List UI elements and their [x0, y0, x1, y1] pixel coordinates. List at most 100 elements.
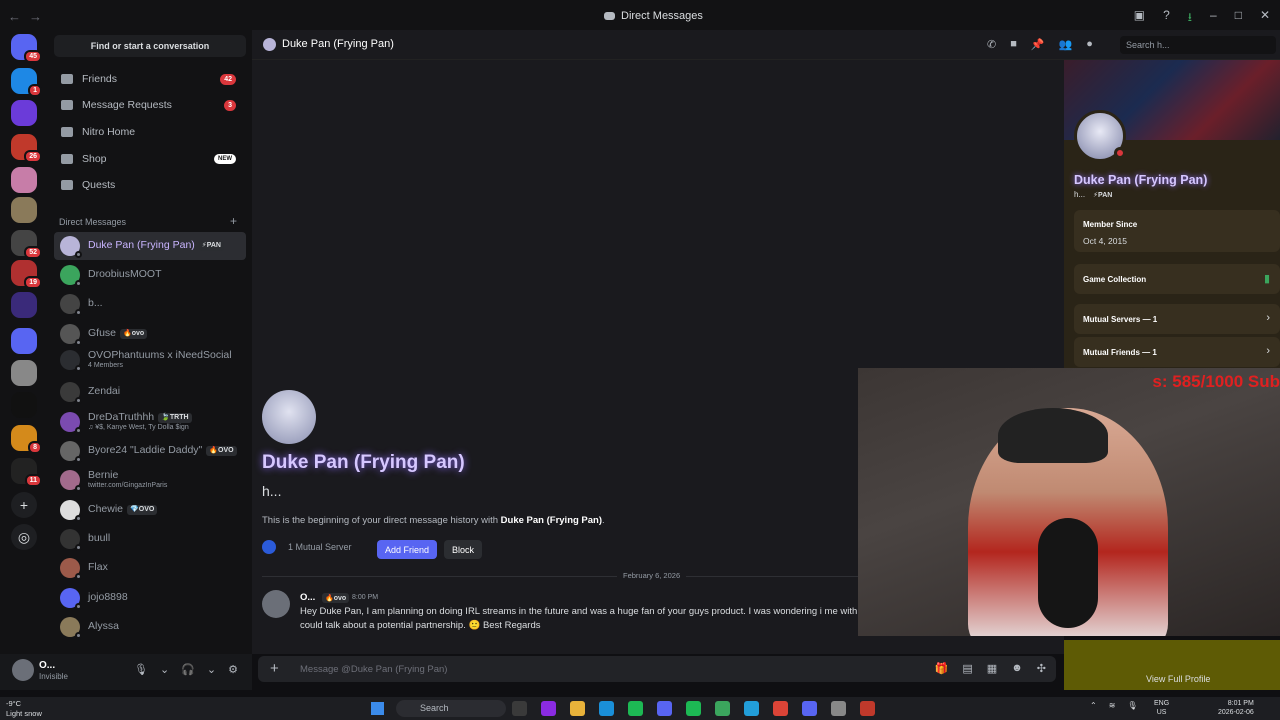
pin-icon[interactable]: 📌 — [1031, 38, 1045, 51]
settings-gear-icon[interactable]: ⚙ — [228, 663, 238, 676]
server-icon[interactable]: 45 — [11, 34, 42, 63]
add-friend-button[interactable]: Add Friend — [377, 540, 437, 559]
server-icon[interactable]: 1 — [11, 68, 42, 97]
app-icon[interactable] — [657, 701, 672, 716]
taskbar-search[interactable]: Search — [396, 700, 506, 717]
close-button[interactable]: ✕ — [1260, 8, 1270, 29]
mutual-server-link[interactable]: 1 Mutual Server — [262, 540, 352, 554]
microphone-icon[interactable]: 🎙 — [134, 663, 148, 676]
mic-icon[interactable]: 🎙 — [1127, 701, 1137, 710]
dm-item[interactable]: jojo8898 — [54, 584, 246, 612]
server-icon[interactable]: 8 — [11, 425, 42, 454]
create-dm-button[interactable]: + — [230, 214, 237, 228]
weather-widget[interactable]: -9°C Light snow — [6, 699, 42, 719]
file-explorer-icon[interactable] — [570, 701, 585, 716]
dm-item[interactable]: Duke Pan (Frying Pan) ⚡PAN — [54, 232, 246, 260]
avatar[interactable] — [263, 38, 276, 51]
server-icon[interactable] — [11, 167, 37, 193]
obs-icon[interactable] — [860, 701, 875, 716]
discover-icon[interactable]: ◎ — [11, 524, 37, 550]
chevron-up-icon[interactable]: ⌃ — [1090, 701, 1097, 710]
dm-item[interactable]: Byore24 "Laddie Daddy" 🔥OVO — [54, 437, 246, 465]
dm-item[interactable]: Alyssa — [54, 613, 246, 641]
dm-item[interactable]: OVOPhantuums x iNeedSocial 4 Members — [54, 346, 246, 374]
dm-item[interactable]: Bernie twitter.com/GingazInParis — [54, 466, 246, 494]
maximize-button[interactable]: □ — [1235, 8, 1242, 29]
avatar — [60, 500, 82, 522]
server-icon[interactable] — [11, 292, 37, 318]
sticker-icon[interactable]: ▦ — [987, 662, 997, 675]
block-button[interactable]: Block — [444, 540, 482, 559]
chrome-icon[interactable] — [773, 701, 788, 716]
dm-item[interactable]: Chewie 💎OVO — [54, 496, 246, 524]
search-input[interactable]: Search h... — [1120, 36, 1276, 54]
chevron-down-icon[interactable]: ⌄ — [160, 663, 169, 676]
server-icon[interactable]: 11 — [11, 458, 42, 487]
chat-header-name[interactable]: Duke Pan (Frying Pan) — [282, 38, 394, 50]
telegram-icon[interactable] — [744, 701, 759, 716]
discord-icon[interactable] — [802, 701, 817, 716]
server-icon[interactable]: 52 — [11, 230, 42, 259]
mutual-servers-row[interactable]: Mutual Servers — 1 › — [1074, 304, 1280, 334]
copilot-icon[interactable] — [541, 701, 556, 716]
minimize-button[interactable]: – — [1210, 8, 1217, 29]
app-icon[interactable] — [628, 701, 643, 716]
add-server-button[interactable]: + — [11, 492, 37, 518]
history-nav[interactable]: ←→ — [8, 9, 50, 24]
server-icon[interactable] — [11, 360, 37, 386]
game-collection-card[interactable]: Game Collection ▮ — [1074, 264, 1280, 294]
server-icon[interactable] — [11, 328, 37, 354]
server-icon[interactable]: 26 — [11, 134, 42, 163]
server-icon[interactable] — [11, 392, 37, 418]
gift-icon[interactable]: 🎁 — [935, 662, 949, 675]
app-icon[interactable] — [715, 701, 730, 716]
language-indicator[interactable]: ENG US — [1154, 699, 1169, 717]
attach-plus-icon[interactable]: + — [270, 660, 279, 677]
edge-icon[interactable] — [599, 701, 614, 716]
dm-item[interactable]: Flax — [54, 554, 246, 582]
chevron-down-icon[interactable]: ⌄ — [207, 663, 216, 676]
video-call-icon[interactable]: ■ — [1010, 38, 1017, 51]
phone-call-icon[interactable]: ✆ — [987, 38, 996, 51]
gif-icon[interactable]: ▤ — [962, 662, 972, 675]
dm-item[interactable]: DreDaTruthhh 🍃TRTH ♫ ¥$, Kanye West, Ty Do… — [54, 408, 246, 436]
wifi-icon[interactable]: ≋ — [1109, 701, 1116, 710]
headphones-icon[interactable]: 🎧 — [181, 663, 195, 676]
add-friends-to-dm-icon[interactable]: 👥 — [1059, 38, 1073, 51]
avatar[interactable] — [1074, 110, 1126, 162]
dm-name-row: Zendai — [88, 386, 120, 398]
user-profile-icon[interactable]: ● — [1086, 38, 1093, 51]
spotify-icon[interactable] — [686, 701, 701, 716]
help-icon[interactable]: ? — [1163, 8, 1170, 29]
avatar[interactable] — [12, 659, 34, 681]
message-author[interactable]: O... — [300, 592, 315, 603]
taskbar-clock[interactable]: 8:01 PM 2026-02-06 — [1218, 699, 1254, 717]
server-icon[interactable]: 19 — [11, 260, 42, 289]
view-full-profile-link[interactable]: View Full Profile — [1146, 674, 1210, 684]
server-icon[interactable] — [11, 100, 37, 126]
sidebar-item-message-requests[interactable]: Message Requests 3 — [54, 92, 246, 118]
message-input[interactable]: Message @Duke Pan (Frying Pan) — [300, 664, 447, 675]
avatar[interactable] — [262, 390, 316, 444]
dm-item[interactable]: b... — [54, 290, 246, 318]
find-conversation-button[interactable]: Find or start a conversation — [54, 35, 246, 57]
start-button[interactable] — [371, 702, 384, 715]
sidebar-item-quests[interactable]: Quests — [54, 172, 246, 198]
sidebar-item-friends[interactable]: Friends 42 — [54, 66, 246, 92]
dm-item[interactable]: Zendai — [54, 378, 246, 406]
dm-item[interactable]: buull — [54, 525, 246, 553]
dm-item[interactable]: DroobiusMOOT — [54, 261, 246, 289]
server-icon[interactable] — [11, 197, 37, 223]
discord-icon — [604, 12, 615, 20]
mutual-friends-row[interactable]: Mutual Friends — 1 › — [1074, 337, 1280, 367]
apps-icon[interactable]: ✣ — [1037, 662, 1046, 675]
task-view-icon[interactable] — [512, 701, 527, 716]
emoji-icon[interactable]: ☻ — [1011, 662, 1023, 675]
app-icon[interactable] — [831, 701, 846, 716]
dm-item[interactable]: Gfuse 🔥ovo — [54, 320, 246, 348]
sidebar-item-shop[interactable]: Shop NEW — [54, 146, 246, 172]
download-icon[interactable]: ⭳ — [1188, 8, 1192, 29]
sidebar-item-nitro-home[interactable]: Nitro Home — [54, 119, 246, 145]
avatar[interactable] — [262, 590, 290, 618]
inbox-icon[interactable]: ▣ — [1134, 8, 1145, 29]
